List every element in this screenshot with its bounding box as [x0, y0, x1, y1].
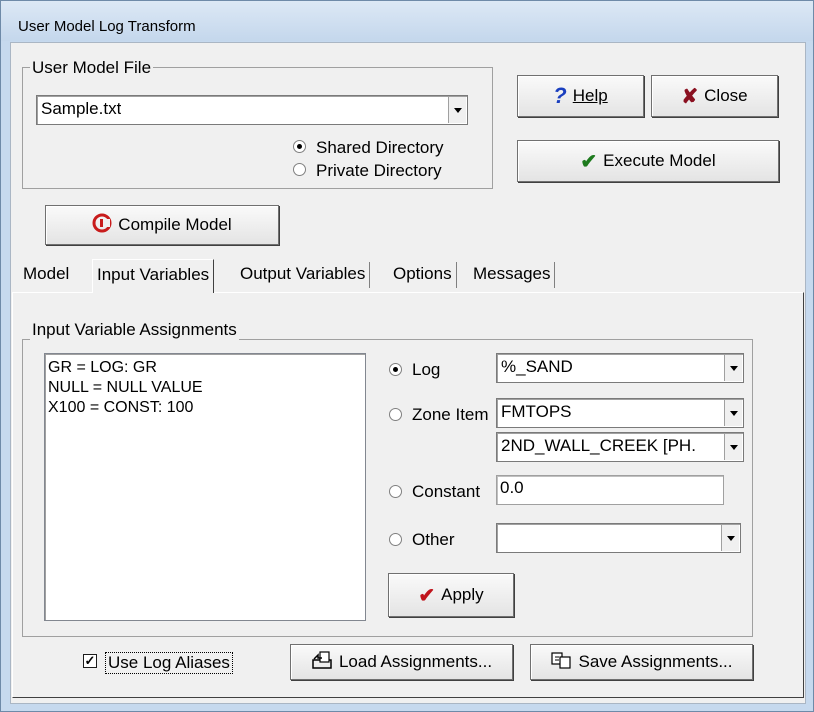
- chevron-down-icon[interactable]: [724, 355, 742, 381]
- close-button[interactable]: ✘ Close: [651, 75, 778, 117]
- log-label: Log: [412, 360, 441, 379]
- tab-messages[interactable]: Messages: [469, 262, 556, 288]
- app-window: User Model Log Transform User Model File…: [0, 0, 814, 712]
- zone-item-secondary-select[interactable]: 2ND_WALL_CREEK [PH.: [496, 432, 744, 462]
- x-icon: ✘: [681, 85, 699, 108]
- chevron-down-icon[interactable]: [724, 400, 742, 426]
- tab-messages-label: Messages: [473, 264, 551, 283]
- title-bar[interactable]: User Model Log Transform: [1, 1, 813, 41]
- input-variable-assignments-label: Input Variable Assignments: [30, 320, 239, 340]
- chevron-down-icon[interactable]: [724, 434, 742, 460]
- shared-directory-label: Shared Directory: [316, 138, 444, 157]
- checkmark-icon: ✔: [418, 584, 436, 607]
- user-model-file-label: User Model File: [30, 58, 154, 78]
- compile-model-label: Compile Model: [118, 215, 232, 234]
- save-assignments-label: Save Assignments...: [578, 652, 733, 671]
- list-item[interactable]: NULL = NULL VALUE: [48, 378, 362, 398]
- tab-options[interactable]: Options: [389, 262, 457, 288]
- tab-options-label: Options: [393, 264, 452, 283]
- compile-icon: [92, 213, 112, 238]
- private-directory-radio[interactable]: [293, 163, 306, 176]
- chevron-down-icon[interactable]: [448, 97, 466, 123]
- other-label: Other: [412, 530, 455, 549]
- model-file-value: Sample.txt: [41, 99, 122, 118]
- log-radio[interactable]: [389, 363, 402, 376]
- execute-model-button[interactable]: ✔ Execute Model: [517, 140, 779, 182]
- execute-model-label: Execute Model: [603, 151, 716, 170]
- chevron-down-icon[interactable]: [721, 525, 739, 551]
- apply-button-label: Apply: [441, 585, 484, 604]
- zone-item-radio[interactable]: [389, 408, 402, 421]
- compile-model-button[interactable]: Compile Model: [45, 205, 279, 245]
- tab-input-variables-label: Input Variables: [97, 265, 210, 284]
- tab-output-variables-label: Output Variables: [240, 264, 366, 283]
- other-select[interactable]: [496, 523, 741, 553]
- tab-output-variables[interactable]: Output Variables: [236, 262, 371, 288]
- tab-model-label: Model: [23, 264, 70, 283]
- save-assignments-button[interactable]: Save Assignments...: [530, 644, 753, 680]
- list-item[interactable]: X100 = CONST: 100: [48, 398, 362, 418]
- constant-label: Constant: [412, 482, 481, 501]
- load-assignments-label: Load Assignments...: [338, 652, 493, 671]
- constant-input-value: 0.0: [500, 478, 524, 497]
- use-log-aliases-label[interactable]: Use Log Aliases: [105, 652, 233, 674]
- dialog-client: User Model File Sample.txt Shared Direct…: [10, 42, 806, 704]
- shared-directory-radio[interactable]: [293, 140, 306, 153]
- checkbox-mark: ✓: [84, 653, 96, 668]
- window-title: User Model Log Transform: [18, 18, 196, 35]
- tab-input-variables[interactable]: Input Variables: [92, 259, 215, 293]
- tab-model[interactable]: Model: [19, 262, 73, 288]
- load-assignments-button[interactable]: Load Assignments...: [290, 644, 513, 680]
- question-icon: ?: [553, 83, 567, 108]
- model-file-select[interactable]: Sample.txt: [36, 95, 468, 125]
- constant-radio[interactable]: [389, 485, 402, 498]
- zone-item-select[interactable]: FMTOPS: [496, 398, 744, 428]
- zone-item-secondary-value: 2ND_WALL_CREEK [PH.: [501, 436, 696, 455]
- other-radio[interactable]: [389, 533, 402, 546]
- use-log-aliases-checkbox[interactable]: ✓: [83, 654, 97, 668]
- checkmark-icon: ✔: [580, 150, 598, 173]
- help-button-label: Help: [572, 86, 608, 105]
- help-button[interactable]: ? Help: [517, 75, 644, 117]
- zone-item-label: Zone Item: [412, 405, 489, 424]
- assignments-list[interactable]: GR = LOG: GR NULL = NULL VALUE X100 = CO…: [44, 353, 366, 621]
- constant-input[interactable]: 0.0: [496, 475, 724, 505]
- close-button-label: Close: [704, 86, 748, 105]
- zone-item-select-value: FMTOPS: [501, 402, 572, 421]
- load-icon: [311, 650, 333, 675]
- save-icon: [550, 650, 572, 675]
- private-directory-label: Private Directory: [316, 161, 442, 180]
- apply-button[interactable]: ✔ Apply: [388, 573, 514, 617]
- log-select-value: %_SAND: [501, 357, 573, 376]
- list-item[interactable]: GR = LOG: GR: [48, 358, 362, 378]
- log-select[interactable]: %_SAND: [496, 353, 744, 383]
